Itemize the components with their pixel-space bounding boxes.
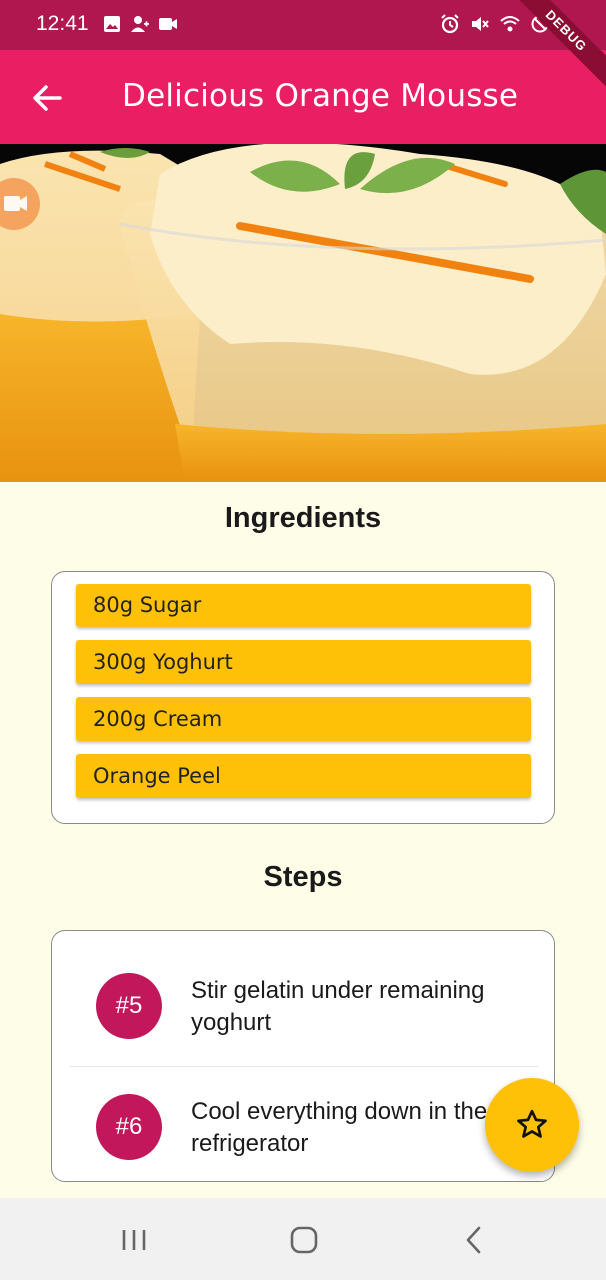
videocam-icon (4, 196, 27, 211)
video-icon (159, 18, 177, 30)
person-add-icon (131, 16, 149, 32)
status-bar: 12:41 (0, 0, 606, 50)
wifi-icon (500, 16, 520, 32)
step-text: Stir gelatin under remaining yoghurt (191, 977, 485, 1036)
step-number-badge: #6 (96, 1094, 162, 1160)
ingredients-card: 80g Sugar 300g Yoghurt 200g Cream Orange… (51, 571, 555, 824)
home-icon[interactable] (284, 1224, 324, 1256)
divider (70, 1066, 538, 1067)
page-title: Delicious Orange Mousse (122, 78, 519, 114)
star-outline-icon (517, 1109, 547, 1138)
steps-card: #5 Stir gelatin under remaining yoghurt … (51, 930, 555, 1182)
recipe-image (0, 144, 606, 482)
step-number-badge: #5 (96, 973, 162, 1039)
mute-icon (472, 17, 489, 31)
app-bar: Delicious Orange Mousse (0, 50, 606, 144)
status-right-icons (440, 14, 550, 34)
steps-title: Steps (263, 861, 343, 893)
recent-apps-icon[interactable] (114, 1224, 154, 1256)
image-icon (104, 16, 120, 32)
step-row: #6 Cool everything down in the refrigera… (52, 1068, 554, 1181)
step-row: #5 Stir gelatin under remaining yoghurt (52, 947, 554, 1067)
ingredients-title: Ingredients (224, 502, 382, 534)
back-icon[interactable] (454, 1224, 494, 1256)
orange-mousse-illustration (0, 144, 606, 482)
alarm-icon (441, 14, 459, 34)
status-time: 12:41 (36, 12, 89, 35)
step-text: Cool everything down in the refrigerator (191, 1098, 488, 1157)
ingredient-item: 300g Yoghurt (76, 640, 531, 684)
arrow-back-icon[interactable] (28, 78, 68, 118)
ingredient-item: 80g Sugar (76, 584, 531, 627)
status-left-icons (102, 14, 178, 34)
video-button[interactable] (0, 178, 40, 230)
ingredient-item: 200g Cream (76, 697, 531, 741)
favorite-button[interactable] (485, 1078, 579, 1172)
system-nav-bar (0, 1198, 606, 1280)
ingredient-item: Orange Peel (76, 754, 531, 798)
